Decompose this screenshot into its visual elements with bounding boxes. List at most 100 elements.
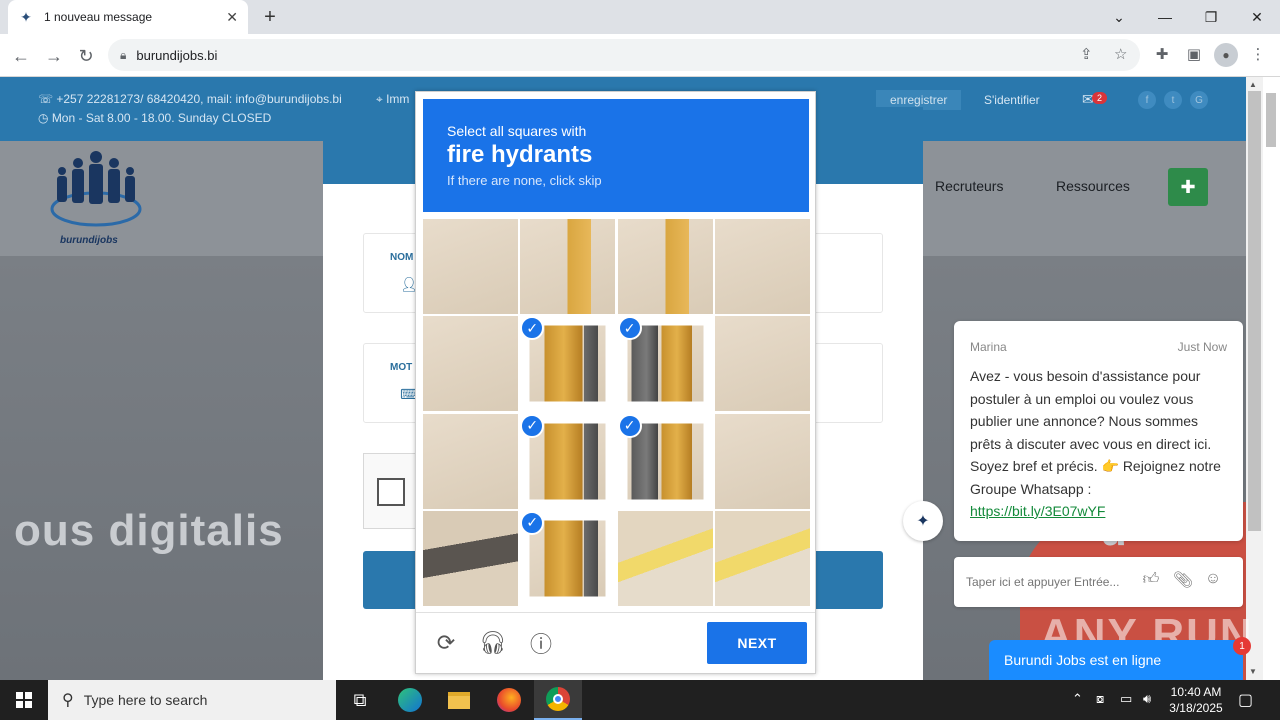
scroll-up-icon[interactable]: ▲ xyxy=(1249,80,1257,89)
tray-device-icon[interactable]: ⧇ xyxy=(1096,691,1104,707)
hero-headline: ous digitalis xyxy=(14,506,284,555)
firefox-icon[interactable] xyxy=(485,680,533,720)
start-button[interactable] xyxy=(0,680,48,720)
thumbs-up-icon[interactable]: 👍︎ xyxy=(1140,570,1162,589)
info-icon[interactable]: ⓘ xyxy=(527,629,555,657)
captcha-hint: If there are none, click skip xyxy=(447,173,602,188)
recaptcha-checkbox-widget[interactable] xyxy=(363,453,423,529)
attachment-paperclip-icon[interactable]: 📎︎ xyxy=(1172,570,1194,590)
tab-title: 1 nouveau message xyxy=(44,10,153,24)
captcha-tile[interactable]: ✓ xyxy=(520,413,615,509)
chat-agent-name: Marina xyxy=(970,340,1007,354)
captcha-tile[interactable] xyxy=(423,316,518,412)
file-explorer-icon[interactable] xyxy=(435,680,483,720)
captcha-tile[interactable]: ✓ xyxy=(617,316,713,411)
tile-selected-check-icon: ✓ xyxy=(617,413,642,438)
captcha-tile[interactable] xyxy=(617,510,713,606)
extensions-puzzle-icon[interactable]: ✚ xyxy=(1151,45,1173,63)
captcha-tile[interactable]: ✓ xyxy=(617,413,713,509)
captcha-footer: ⟳ 🎧︎ ⓘ NEXT xyxy=(416,612,815,674)
audio-challenge-icon[interactable]: 🎧︎ xyxy=(479,629,507,657)
google-icon[interactable]: G xyxy=(1190,91,1208,109)
captcha-tile[interactable] xyxy=(714,510,810,606)
forward-arrow-icon[interactable]: → xyxy=(41,43,67,69)
captcha-tile[interactable] xyxy=(423,413,518,509)
chat-input[interactable] xyxy=(966,571,1136,593)
side-panel-icon[interactable]: ▣ xyxy=(1183,45,1205,63)
bookmark-star-icon[interactable]: ☆ xyxy=(1114,45,1127,63)
captcha-tile[interactable] xyxy=(423,510,518,606)
notifications-icon[interactable]: ▢ xyxy=(1238,690,1253,710)
captcha-tile-image xyxy=(520,219,616,314)
share-icon[interactable]: ⇪ xyxy=(1080,45,1093,63)
site-logo[interactable]: burundijobs xyxy=(46,147,146,247)
captcha-tile[interactable] xyxy=(714,316,810,412)
login-link[interactable]: S'identifier xyxy=(984,93,1040,107)
captcha-tile-image xyxy=(423,413,518,509)
chat-agent-avatar: ✦ xyxy=(903,501,943,541)
nav-recruteurs[interactable]: Recruteurs xyxy=(935,178,1003,194)
address-bar: ← → ↻ 🔒︎ burundijobs.bi ⇪ ☆ ✚ ▣ ● ⋮ xyxy=(0,34,1280,77)
contact-phone-mail: ☏ +257 22281273/ 68420420, mail: info@bu… xyxy=(38,92,342,106)
url-text[interactable]: burundijobs.bi xyxy=(136,48,217,63)
captcha-tile[interactable]: ✓ xyxy=(520,510,615,606)
profile-avatar-icon[interactable]: ● xyxy=(1214,43,1238,67)
captcha-tile[interactable] xyxy=(520,219,616,314)
captcha-tile-image xyxy=(423,219,518,314)
restore-button[interactable]: ❐ xyxy=(1188,0,1234,34)
tab-close-icon[interactable]: ✕ xyxy=(226,9,238,26)
captcha-tile[interactable]: ✓ xyxy=(520,316,615,411)
logo-text: burundijobs xyxy=(60,235,118,246)
captcha-tile-image xyxy=(423,510,518,606)
recaptcha-checkbox[interactable] xyxy=(377,478,405,506)
tab-bar: ✦ 1 nouveau message ✕ + ⌄ — ❐ ✕ xyxy=(0,0,1280,34)
task-view-icon[interactable]: ⧉ xyxy=(336,680,384,720)
captcha-tile[interactable] xyxy=(714,219,810,314)
taskbar-search[interactable]: ⚲ Type here to search xyxy=(48,680,336,720)
chat-input-box: 👍︎ 📎︎ ☺ xyxy=(954,557,1243,607)
emoji-icon[interactable]: ☺ xyxy=(1202,570,1224,588)
tile-selected-check-icon: ✓ xyxy=(617,316,642,341)
menu-kebab-icon[interactable]: ⋮ xyxy=(1247,45,1269,63)
new-tab-button[interactable]: + xyxy=(258,5,282,29)
captcha-next-button[interactable]: NEXT xyxy=(707,622,807,664)
scrollbar-thumb[interactable] xyxy=(1248,91,1261,531)
captcha-tile-image xyxy=(714,316,810,412)
nav-ressources[interactable]: Ressources xyxy=(1056,178,1130,194)
volume-icon[interactable]: 🔊︎ xyxy=(1143,691,1151,707)
captcha-tile-image xyxy=(627,325,704,402)
secondary-scrollbar-thumb[interactable] xyxy=(1266,93,1276,147)
facebook-icon[interactable]: f xyxy=(1138,91,1156,109)
chat-message-bubble: Marina Just Now Avez - vous besoin d'ass… xyxy=(954,321,1243,541)
captcha-tile-image xyxy=(423,316,518,412)
scroll-down-icon[interactable]: ▼ xyxy=(1249,667,1257,676)
network-icon[interactable]: ▭ xyxy=(1120,691,1132,707)
browser-tab[interactable]: ✦ 1 nouveau message ✕ xyxy=(8,0,248,34)
add-plus-button[interactable]: ✚ xyxy=(1168,168,1208,206)
page-scrollbar[interactable]: ▲ ▼ xyxy=(1246,77,1263,680)
captcha-tile-image xyxy=(529,520,606,597)
captcha-tile-image xyxy=(714,413,810,509)
secondary-scrollbar[interactable] xyxy=(1263,77,1280,680)
twitter-icon[interactable]: t xyxy=(1164,91,1182,109)
whatsapp-group-link[interactable]: https://bit.ly/3E07wYF xyxy=(970,503,1105,519)
taskbar-clock[interactable]: 10:40 AM 3/18/2025 xyxy=(1160,684,1232,716)
edge-icon[interactable] xyxy=(386,680,434,720)
clock-date: 3/18/2025 xyxy=(1169,701,1223,715)
close-window-button[interactable]: ✕ xyxy=(1234,0,1280,34)
chrome-icon[interactable] xyxy=(534,680,582,720)
tab-search-chevron-icon[interactable]: ⌄ xyxy=(1096,0,1142,34)
tray-chevron-icon[interactable]: ⌃ xyxy=(1072,691,1083,707)
reload-icon[interactable]: ↻ xyxy=(73,43,99,69)
search-icon: ⚲ xyxy=(62,692,74,709)
opening-hours: ◷ Mon - Sat 8.00 - 18.00. Sunday CLOSED xyxy=(38,111,272,125)
back-arrow-icon[interactable]: ← xyxy=(8,43,34,69)
captcha-tile[interactable] xyxy=(714,413,810,509)
captcha-header: Select all squares with fire hydrants If… xyxy=(423,99,809,212)
url-omnibox[interactable]: 🔒︎ burundijobs.bi ⇪ ☆ xyxy=(108,39,1140,71)
captcha-tile[interactable] xyxy=(617,219,713,314)
captcha-tile[interactable] xyxy=(423,219,518,314)
reload-challenge-icon[interactable]: ⟳ xyxy=(432,629,460,657)
minimize-button[interactable]: — xyxy=(1142,0,1188,34)
chat-status-bar[interactable]: Burundi Jobs est en ligne xyxy=(989,640,1243,680)
